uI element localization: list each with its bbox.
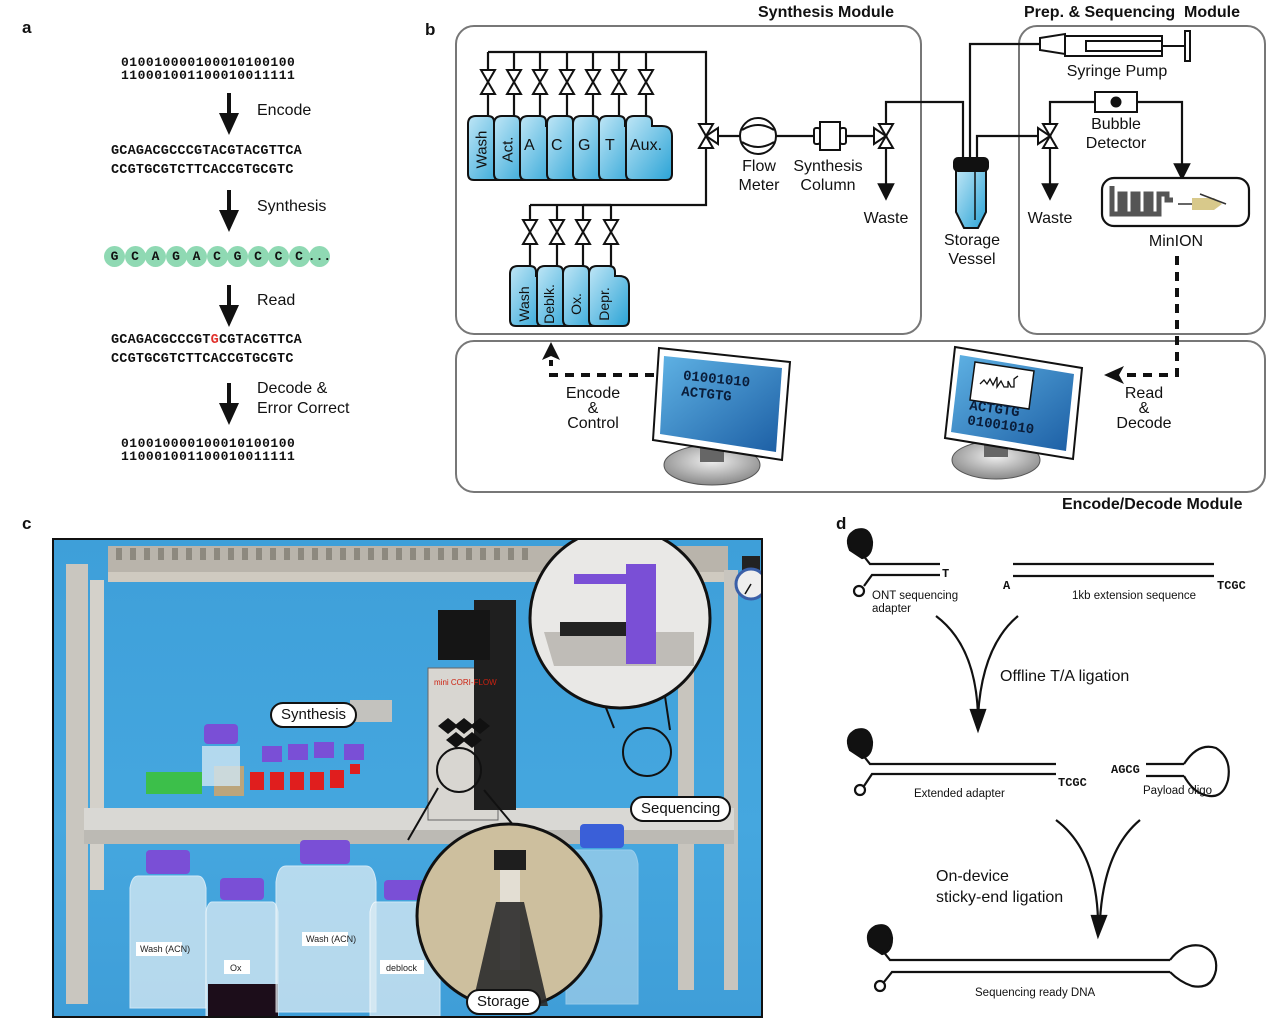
synthesis-column-icon (813, 121, 847, 151)
sequencing-ready-dna (873, 944, 1218, 993)
label-line: Synthesis (793, 158, 863, 175)
reagent-bottle-oxidizer: Ox. (568, 293, 584, 315)
storage-vessel-icon (953, 157, 989, 229)
extension-sequence-label: 1kb extension sequence (1072, 590, 1197, 602)
pressure-gauge-icon (734, 556, 761, 601)
label-line: Decode (1116, 415, 1172, 432)
encode-monitor-text: 01001010 ACTGTG (681, 369, 751, 408)
synthesis-callout: Synthesis (270, 702, 358, 728)
read-decode-arrowhead-icon (1104, 366, 1124, 384)
reagent-bottle-c: C (551, 137, 563, 154)
bubble-detector-icon (1094, 91, 1138, 113)
label-line: Storage (943, 232, 1001, 249)
label-line: On-device (936, 868, 1009, 885)
label-line: Column (800, 177, 856, 194)
syringe-pump-icon (1039, 30, 1191, 62)
reagent-label: Act. (499, 136, 517, 163)
extended-adapter-label: Extended adapter (914, 788, 1005, 800)
flow-meter-icon (739, 117, 777, 155)
syringe-pump-label: Syringe Pump (1066, 63, 1168, 80)
label-line: Encode (565, 385, 621, 402)
bottle-label-wash-acn-2: Wash (ACN) (306, 934, 356, 944)
encode-monitor-icon (651, 346, 792, 486)
data-flow-dashed (549, 256, 1179, 377)
reagent-bottle-a: A (524, 137, 535, 154)
panel-c-label: c (22, 514, 32, 533)
encode-control-arrowhead-icon (542, 342, 560, 360)
bottle-label-ox: Ox (230, 963, 242, 973)
reagent-bottle-g: G (578, 137, 591, 154)
motor-protein-icon (846, 528, 874, 560)
extension-overhang-a: A (1003, 579, 1011, 593)
sequencing-inset (528, 540, 712, 710)
reagent-bottle-deprotect: Depr. (596, 287, 612, 321)
label-line: Read (1124, 385, 1164, 402)
extension-sequence (1013, 562, 1214, 578)
label-line: Vessel (948, 251, 996, 268)
ligation-arrow-2-icon (1055, 819, 1141, 940)
reagent-bottle-activator: Act. (496, 125, 520, 177)
adapter-overhang-t: T (942, 567, 950, 581)
label-line: sticky-end ligation (936, 889, 1064, 906)
device-photo: mini CORI-FLOW Wash (ACN) Ox Wash (ACN) … (52, 538, 763, 1018)
reagent-label: Wash (473, 130, 491, 169)
label-line: adapter (872, 603, 912, 615)
flow-meter-label: Flow Meter (734, 157, 784, 195)
motor-protein-icon-3 (866, 924, 894, 956)
ont-adapter-label: ONT sequencing adapter (872, 590, 958, 616)
synthesis-column-label: Synthesis Column (788, 157, 868, 195)
on-device-ligation-label: On-device sticky-end ligation (936, 866, 1063, 908)
sequencing-ready-dna-label: Sequencing ready DNA (975, 987, 1096, 999)
waste-label-2: Waste (1027, 210, 1073, 227)
storage-vessel-label: Storage Vessel (936, 231, 1008, 269)
extension-overhang-tcgc: TCGC (1217, 579, 1246, 593)
payload-overhang-agcg: AGCG (1111, 763, 1140, 777)
encode-control-label: Encode & Control (556, 385, 630, 432)
bubble-detector-label: Bubble Detector (1076, 115, 1156, 153)
label-line: Control (567, 415, 619, 432)
motor-protein-icon-2 (846, 728, 874, 760)
minion-icon (1100, 176, 1251, 228)
reagent-bottle-wash-2: Wash (516, 286, 532, 322)
label-line: Bubble (1091, 116, 1141, 133)
reagent-bottle-t: T (605, 137, 615, 154)
storage-inset (415, 822, 603, 1010)
label-line: Meter (738, 177, 780, 194)
label-line: & (587, 400, 599, 417)
offline-ligation-label: Offline T/A ligation (1000, 668, 1130, 685)
reagent-bottle-deblock: Deblk. (541, 284, 557, 324)
minion-label: MinION (1148, 233, 1204, 250)
device-brand-text: mini CORI-FLOW (434, 678, 497, 687)
extended-overhang-tcgc: TCGC (1058, 776, 1087, 790)
sequencing-callout: Sequencing (630, 796, 732, 822)
bottle-label-wash-acn: Wash (ACN) (140, 944, 190, 954)
device-photo-illustration: mini CORI-FLOW Wash (ACN) Ox Wash (ACN) … (66, 540, 761, 1016)
reagent-bottle-wash: Wash (470, 125, 494, 177)
label-line: ONT sequencing (872, 590, 959, 602)
bottle-label-deblock: deblock (386, 963, 418, 973)
storage-callout: Storage (466, 989, 541, 1015)
reagent-bottle-aux: Aux. (630, 137, 663, 154)
label-line: Detector (1085, 135, 1147, 152)
label-line: Flow (742, 158, 776, 175)
payload-oligo-label: Payload oligo (1143, 785, 1213, 797)
label-line: & (1138, 400, 1150, 417)
waste-label: Waste (863, 210, 909, 227)
read-decode-label: Read & Decode (1108, 385, 1180, 432)
